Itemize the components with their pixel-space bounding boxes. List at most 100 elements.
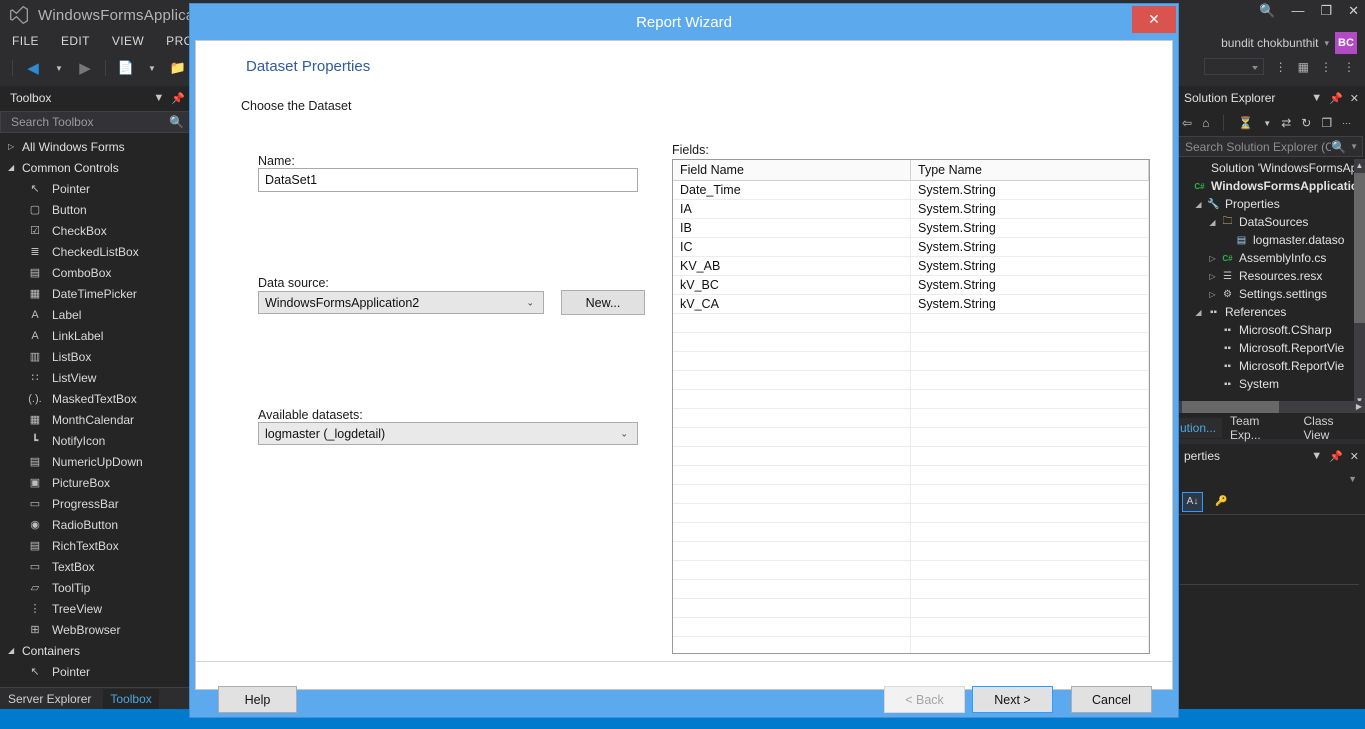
solution-explorer-node[interactable]: ◢ 🗀 DataSources: [1174, 213, 1365, 231]
toolbox-item-pointer[interactable]: ↖ Pointer: [0, 661, 191, 682]
align-left-icon[interactable]: ⋮: [1275, 60, 1287, 74]
open-file-icon[interactable]: 📁: [168, 58, 188, 78]
toolbox-item-monthcalendar[interactable]: ▦ MonthCalendar: [0, 409, 191, 430]
tab-team-explorer[interactable]: Team Exp...: [1224, 411, 1295, 445]
table-row[interactable]: kV_CA System.String: [673, 295, 1149, 314]
toolbox-item-combobox[interactable]: ▤ ComboBox: [0, 262, 191, 283]
table-row-empty[interactable]: [673, 447, 1149, 466]
dialog-close-button[interactable]: ✕: [1132, 6, 1176, 33]
toolbox-item-radiobutton[interactable]: ◉ RadioButton: [0, 514, 191, 535]
pin-icon[interactable]: 📌: [171, 92, 185, 105]
properties-object-selector[interactable]: ▼: [1174, 468, 1365, 489]
scrollbar-thumb[interactable]: [1354, 173, 1365, 323]
solution-explorer-node[interactable]: ▪▪ Microsoft.ReportVie: [1174, 357, 1365, 375]
align-center-icon[interactable]: ⋮: [1320, 60, 1332, 74]
pin-icon[interactable]: 📌: [1329, 450, 1343, 463]
menu-edit[interactable]: EDIT: [61, 34, 90, 48]
dataset-name-input[interactable]: DataSet1: [258, 168, 638, 192]
tab-server-explorer[interactable]: Server Explorer: [8, 692, 91, 706]
back-icon[interactable]: ⇦: [1182, 116, 1192, 130]
solution-explorer-node[interactable]: Solution 'WindowsFormsApplic: [1174, 159, 1365, 177]
navigate-back-dropdown-icon[interactable]: ▼: [49, 58, 69, 78]
chevron-down-icon[interactable]: ▼: [1348, 474, 1357, 484]
tab-toolbox[interactable]: Toolbox: [103, 688, 159, 709]
new-project-icon[interactable]: 📄: [116, 58, 136, 78]
quick-launch-icon[interactable]: 🔍: [1259, 4, 1275, 17]
toolbox-list[interactable]: ▷ All Windows Forms ◢ Common Controls ↖ P…: [0, 136, 191, 687]
chevron-down-icon[interactable]: ◢: [8, 163, 22, 172]
chevron-down-icon[interactable]: ◢: [1192, 200, 1205, 209]
close-icon[interactable]: ✕: [1350, 450, 1359, 463]
toolbox-item-treeview[interactable]: ⋮ TreeView: [0, 598, 191, 619]
solution-explorer-node[interactable]: ▪▪ Microsoft.CSharp: [1174, 321, 1365, 339]
pending-changes-icon[interactable]: ⏳: [1238, 116, 1253, 130]
toolbox-item-pointer[interactable]: ↖ Pointer: [0, 178, 191, 199]
table-row-empty[interactable]: [673, 618, 1149, 637]
properties-grid[interactable]: [1174, 492, 1365, 709]
search-icon[interactable]: 🔍: [169, 115, 184, 129]
help-button[interactable]: Help: [218, 686, 297, 713]
cancel-button[interactable]: Cancel: [1071, 686, 1152, 713]
search-icon[interactable]: 🔍: [1331, 140, 1346, 154]
table-row-empty[interactable]: [673, 580, 1149, 599]
solution-explorer-node[interactable]: ▷ ☰ Resources.resx: [1174, 267, 1365, 285]
table-row-empty[interactable]: [673, 523, 1149, 542]
navigate-forward-icon[interactable]: ▶: [75, 58, 95, 78]
toolbox-search-input[interactable]: Search Toolbox 🔍: [0, 111, 191, 133]
account-name[interactable]: bundit chokbunthit: [1221, 36, 1318, 50]
chevron-down-icon[interactable]: ▼: [1263, 119, 1271, 128]
chevron-down-icon[interactable]: ▼: [153, 92, 164, 104]
solution-explorer-node[interactable]: ▷ C# AssemblyInfo.cs: [1174, 249, 1365, 267]
close-icon[interactable]: ✕: [1350, 92, 1359, 105]
properties-icon[interactable]: ⋯: [1342, 118, 1351, 129]
table-row[interactable]: IC System.String: [673, 238, 1149, 257]
toolbox-item-maskedtextbox[interactable]: (.). MaskedTextBox: [0, 388, 191, 409]
toolbox-item-listview[interactable]: ∷ ListView: [0, 367, 191, 388]
column-header-type-name[interactable]: Type Name: [911, 160, 1149, 180]
toolbox-item-checkedlistbox[interactable]: ≣ CheckedListBox: [0, 241, 191, 262]
table-row[interactable]: Date_Time System.String: [673, 181, 1149, 200]
table-row-empty[interactable]: [673, 333, 1149, 352]
toolbox-item-label[interactable]: A Label: [0, 304, 191, 325]
table-row[interactable]: IB System.String: [673, 219, 1149, 238]
table-row-empty[interactable]: [673, 352, 1149, 371]
tab-class-view[interactable]: Class View: [1298, 411, 1365, 445]
scroll-up-icon[interactable]: ▲: [1354, 159, 1365, 172]
navigate-back-icon[interactable]: ◀: [23, 58, 43, 78]
minimize-button[interactable]: —: [1291, 4, 1304, 17]
close-button[interactable]: ✕: [1348, 4, 1359, 17]
collapse-all-icon[interactable]: ❐: [1321, 116, 1332, 130]
available-datasets-combo[interactable]: logmaster (_logdetail) ⌄: [258, 422, 638, 445]
solution-explorer-tree[interactable]: Solution 'WindowsFormsApplic C# WindowsFor…: [1174, 159, 1365, 407]
table-row[interactable]: kV_BC System.String: [673, 276, 1149, 295]
refresh-icon[interactable]: ↻: [1301, 116, 1311, 130]
chevron-right-icon[interactable]: ▷: [8, 142, 22, 151]
toolbox-item-listbox[interactable]: ▥ ListBox: [0, 346, 191, 367]
new-data-source-button[interactable]: New...: [561, 290, 645, 315]
table-row-empty[interactable]: [673, 371, 1149, 390]
next-button[interactable]: Next >: [972, 686, 1053, 713]
toolbox-group-containers[interactable]: ◢ Containers: [0, 640, 191, 661]
pin-icon[interactable]: 📌: [1329, 92, 1343, 105]
solution-explorer-node[interactable]: C# WindowsFormsApplication: [1174, 177, 1365, 195]
solution-explorer-node[interactable]: ▪▪ System: [1174, 375, 1365, 393]
document-outline-icon[interactable]: ▦: [1298, 60, 1309, 74]
solution-explorer-search-input[interactable]: Search Solution Explorer (Ctrl+; 🔍 ▼: [1176, 136, 1363, 157]
chevron-right-icon[interactable]: ▷: [1206, 290, 1219, 299]
toolbox-item-button[interactable]: ▢ Button: [0, 199, 191, 220]
new-project-dropdown-icon[interactable]: ▼: [142, 58, 162, 78]
align-right-icon[interactable]: ⋮: [1343, 60, 1355, 74]
table-row-empty[interactable]: [673, 390, 1149, 409]
menu-view[interactable]: VIEW: [112, 34, 144, 48]
toolbox-item-textbox[interactable]: ▭ TextBox: [0, 556, 191, 577]
chevron-down-icon[interactable]: ◢: [8, 646, 22, 655]
table-row-empty[interactable]: [673, 466, 1149, 485]
menu-file[interactable]: FILE: [12, 34, 39, 48]
avatar[interactable]: BC: [1335, 32, 1357, 54]
chevron-right-icon[interactable]: ▷: [1206, 254, 1219, 263]
home-icon[interactable]: ⌂: [1202, 116, 1209, 130]
solution-explorer-node[interactable]: ▤ logmaster.dataso: [1174, 231, 1365, 249]
table-row-empty[interactable]: [673, 314, 1149, 333]
table-row-empty[interactable]: [673, 409, 1149, 428]
table-row-empty[interactable]: [673, 561, 1149, 580]
